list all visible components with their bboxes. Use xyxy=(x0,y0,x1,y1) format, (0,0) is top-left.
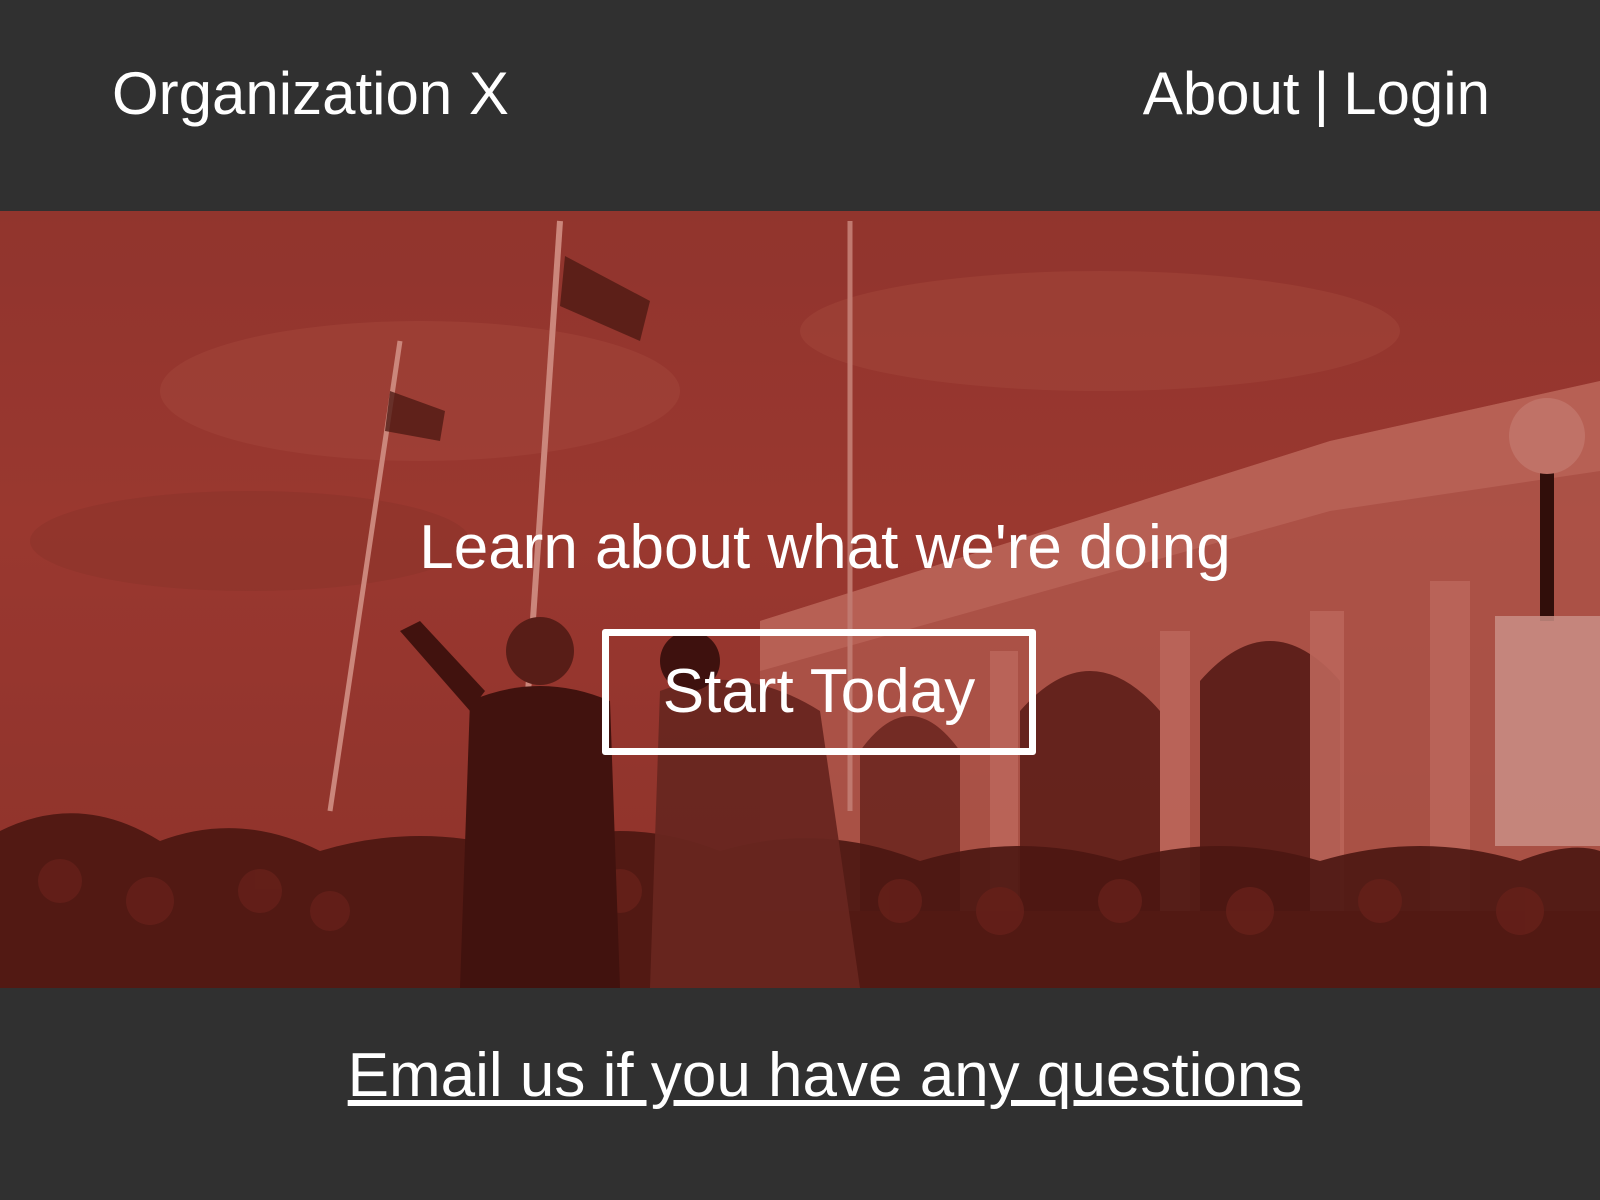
brand-name: Organization X xyxy=(112,60,509,127)
email-us-link[interactable]: Email us if you have any questions xyxy=(0,1038,1600,1114)
nav-about-link[interactable]: About xyxy=(1143,60,1300,127)
top-nav: About | Login xyxy=(1143,58,1490,130)
hero-headline: Learn about what we're doing xyxy=(419,513,1231,582)
site-footer: Email us if you have any questions xyxy=(0,988,1600,1200)
site-header: Organization X About | Login xyxy=(0,0,1600,211)
start-today-button[interactable]: Start Today xyxy=(602,629,1036,755)
nav-login-link[interactable]: Login xyxy=(1343,60,1490,127)
hero-tint-overlay xyxy=(0,211,1600,988)
nav-separator: | xyxy=(1313,60,1330,127)
hero-banner: Learn about what we're doing Start Today xyxy=(0,211,1600,988)
